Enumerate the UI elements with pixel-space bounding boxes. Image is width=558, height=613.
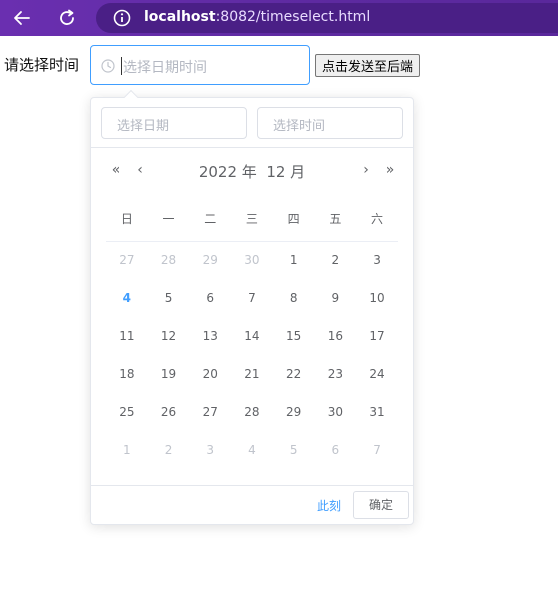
day-cell[interactable]: 29 (189, 250, 231, 270)
day-cell[interactable]: 1 (106, 440, 148, 460)
divider (91, 485, 413, 486)
day-cell[interactable]: 29 (273, 402, 315, 422)
day-cell[interactable]: 5 (273, 440, 315, 460)
day-cell[interactable]: 7 (356, 440, 398, 460)
arrow-left-icon (14, 11, 30, 25)
send-to-backend-button[interactable]: 点击发送至后端 (315, 54, 421, 77)
day-cell[interactable]: 3 (189, 440, 231, 460)
browser-toolbar: localhost:8082/timeselect.html (0, 0, 558, 36)
day-cell[interactable]: 19 (148, 364, 190, 384)
divider (91, 147, 413, 148)
day-cell[interactable]: 11 (106, 326, 148, 346)
day-cell[interactable]: 22 (273, 364, 315, 384)
text-cursor (121, 57, 122, 75)
day-cell[interactable]: 31 (356, 402, 398, 422)
day-cell[interactable]: 21 (231, 364, 273, 384)
now-link[interactable]: 此刻 (317, 497, 341, 514)
datetime-input[interactable]: 选择日期时间 (90, 45, 310, 85)
url-path: :8082/timeselect.html (215, 9, 371, 25)
day-cell[interactable]: 2 (148, 440, 190, 460)
day-cell[interactable]: 9 (315, 288, 357, 308)
day-cell-today[interactable]: 4 (106, 288, 148, 308)
day-cell[interactable]: 3 (356, 250, 398, 270)
month-label[interactable]: 12 月 (266, 163, 305, 181)
date-input[interactable]: 选择日期 (101, 107, 247, 139)
weekday-label: 四 (287, 212, 300, 226)
day-cell[interactable]: 5 (148, 288, 190, 308)
day-cell[interactable]: 25 (106, 402, 148, 422)
datetime-picker-panel: 选择日期 选择时间 « ‹ 2022 年 12 月 › » 日一二三四五六 27… (90, 89, 414, 525)
day-cell[interactable]: 27 (189, 402, 231, 422)
day-cell[interactable]: 26 (148, 402, 190, 422)
weekday-label: 五 (329, 212, 342, 226)
reload-button[interactable] (55, 6, 79, 30)
day-cell[interactable]: 18 (106, 364, 148, 384)
popover-arrow (123, 89, 139, 105)
day-cell[interactable]: 17 (356, 326, 398, 346)
weekday-header: 日一二三四五六 (106, 210, 398, 230)
url-text[interactable]: localhost:8082/timeselect.html (144, 9, 370, 25)
day-cell[interactable]: 20 (189, 364, 231, 384)
datetime-placeholder: 选择日期时间 (123, 60, 207, 76)
weekday-label: 日 (120, 212, 133, 226)
day-cell[interactable]: 6 (189, 288, 231, 308)
prompt-label: 请选择时间 (4, 56, 80, 74)
confirm-button[interactable]: 确定 (353, 491, 409, 519)
year-label[interactable]: 2022 年 (199, 163, 257, 181)
month-year-label: 2022 年 12 月 (191, 161, 313, 182)
day-cell[interactable]: 30 (231, 250, 273, 270)
address-bar[interactable]: localhost:8082/timeselect.html (96, 3, 558, 33)
day-cell[interactable]: 4 (231, 440, 273, 460)
url-host: localhost (144, 9, 216, 25)
prev-month-button[interactable]: ‹ (131, 161, 149, 179)
day-cell[interactable]: 6 (315, 440, 357, 460)
next-year-button[interactable]: » (381, 161, 399, 179)
day-cell[interactable]: 10 (356, 288, 398, 308)
clock-icon (101, 59, 115, 73)
day-cell[interactable]: 12 (148, 326, 190, 346)
prev-year-button[interactable]: « (107, 161, 125, 179)
day-cell[interactable]: 14 (231, 326, 273, 346)
weekday-label: 二 (204, 212, 217, 226)
day-cell[interactable]: 28 (148, 250, 190, 270)
info-icon[interactable] (112, 8, 132, 28)
day-cell[interactable]: 7 (231, 288, 273, 308)
day-cell[interactable]: 13 (189, 326, 231, 346)
day-cell[interactable]: 8 (273, 288, 315, 308)
day-cell[interactable]: 27 (106, 250, 148, 270)
day-cell[interactable]: 2 (315, 250, 357, 270)
divider (106, 241, 398, 242)
time-input[interactable]: 选择时间 (257, 107, 403, 139)
weekday-label: 一 (162, 212, 175, 226)
reload-icon (60, 9, 74, 25)
day-cell[interactable]: 23 (315, 364, 357, 384)
day-cell[interactable]: 1 (273, 250, 315, 270)
day-cell[interactable]: 30 (315, 402, 357, 422)
weekday-label: 六 (371, 212, 384, 226)
day-cell[interactable]: 16 (315, 326, 357, 346)
next-month-button[interactable]: › (357, 161, 375, 179)
day-cell[interactable]: 24 (356, 364, 398, 384)
day-cell[interactable]: 15 (273, 326, 315, 346)
back-button[interactable] (10, 6, 34, 30)
weekday-label: 三 (245, 212, 258, 226)
calendar-grid: 27 28 29 30 1 2 3 4 5 6 7 8 9 10 11 12 13 14 15 16 17 18 19 20 2… (106, 250, 398, 478)
day-cell[interactable]: 28 (231, 402, 273, 422)
